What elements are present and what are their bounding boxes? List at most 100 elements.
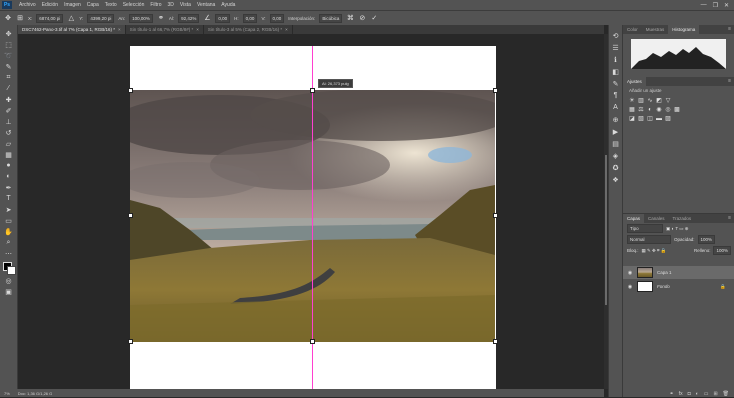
eraser-icon[interactable]: ▱ bbox=[3, 139, 15, 148]
new-layer-icon[interactable]: ⊞ bbox=[713, 391, 717, 397]
reference-point-icon[interactable]: ⊞ bbox=[16, 14, 24, 22]
bw-icon[interactable]: ◐ bbox=[647, 107, 653, 113]
actions-icon[interactable]: ▶ bbox=[611, 127, 620, 136]
visibility-icon[interactable]: ◉ bbox=[627, 270, 633, 276]
tab-close-icon[interactable]: × bbox=[196, 27, 199, 32]
quick-mask-icon[interactable]: ◎ bbox=[3, 276, 15, 285]
fill-field[interactable]: 100% bbox=[713, 246, 731, 255]
quick-select-icon[interactable]: ✎ bbox=[3, 62, 15, 71]
tab-document-2[interactable]: Sin título-1 al 66,7% (RGB/8#) * × bbox=[126, 25, 204, 34]
panel-menu-icon[interactable]: ≡ bbox=[728, 25, 734, 34]
cancel-icon[interactable]: ⊘ bbox=[358, 14, 366, 22]
marquee-icon[interactable]: ⬚ bbox=[3, 40, 15, 49]
photo-filter-icon[interactable]: ◉ bbox=[656, 107, 662, 113]
stamp-icon[interactable]: ⊥ bbox=[3, 117, 15, 126]
zoom-icon[interactable]: ⌕ bbox=[3, 238, 15, 247]
menu-seleccion[interactable]: Selección bbox=[120, 2, 148, 8]
layer-name[interactable]: Capa 1 bbox=[657, 270, 672, 275]
vibrance-icon[interactable]: ▽ bbox=[665, 98, 671, 104]
hue-sat-icon[interactable]: ▦ bbox=[629, 107, 635, 113]
color-balance-icon[interactable]: ⚖ bbox=[638, 107, 644, 113]
tab-color[interactable]: Color bbox=[623, 25, 642, 34]
angle-field[interactable]: 0,00 bbox=[215, 13, 231, 23]
group-icon[interactable]: ▭ bbox=[704, 391, 709, 397]
styles-icon[interactable]: ◈ bbox=[611, 151, 620, 160]
tab-paths[interactable]: Trazados bbox=[669, 214, 696, 223]
layer-name[interactable]: Fondo bbox=[657, 284, 670, 289]
paragraph-icon[interactable]: ¶ bbox=[611, 91, 620, 100]
close-icon[interactable]: ✕ bbox=[724, 2, 729, 9]
properties-icon[interactable]: ☰ bbox=[611, 43, 620, 52]
color-swatches[interactable] bbox=[2, 262, 16, 275]
channel-mixer-icon[interactable]: ◎ bbox=[665, 107, 671, 113]
healing-icon[interactable]: ✚ bbox=[3, 95, 15, 104]
adjust-icon[interactable]: ◧ bbox=[611, 67, 620, 76]
panel-menu-icon[interactable]: ≡ bbox=[728, 77, 734, 86]
brush-icon[interactable]: ✐ bbox=[3, 106, 15, 115]
lock-icons[interactable]: ▦ ✎ ✥ ⌗ 🔒 bbox=[642, 248, 667, 254]
menu-imagen[interactable]: Imagen bbox=[61, 2, 84, 8]
interpolation-select[interactable]: Bicúbica bbox=[319, 13, 343, 23]
menu-ayuda[interactable]: Ayuda bbox=[218, 2, 238, 8]
history-icon[interactable]: ⟲ bbox=[611, 31, 620, 40]
commit-icon[interactable]: ✓ bbox=[370, 14, 378, 22]
glyphs-icon[interactable]: ⊕ bbox=[611, 115, 620, 124]
menu-filtro[interactable]: Filtro bbox=[147, 2, 164, 8]
menu-edicion[interactable]: Edición bbox=[39, 2, 61, 8]
menu-archivo[interactable]: Archivo bbox=[16, 2, 39, 8]
menu-texto[interactable]: Texto bbox=[102, 2, 120, 8]
character-icon[interactable]: A bbox=[611, 103, 620, 112]
layer-filter-select[interactable]: Tipo bbox=[627, 224, 663, 233]
posterize-icon[interactable]: ▧ bbox=[638, 116, 644, 122]
scrollbar-thumb[interactable] bbox=[605, 155, 607, 305]
link-icon[interactable]: ⚭ bbox=[157, 14, 165, 22]
restore-icon[interactable]: ❐ bbox=[713, 2, 718, 9]
layer-row-capa-1[interactable]: ◉ Capa 1 bbox=[623, 266, 734, 279]
move-tool-icon[interactable]: ✥ bbox=[4, 14, 12, 22]
more-icon[interactable]: ⋯ bbox=[3, 249, 15, 258]
threshold-icon[interactable]: ◫ bbox=[647, 116, 653, 122]
dodge-icon[interactable]: ◐ bbox=[3, 172, 15, 181]
filter-icons[interactable]: ▣ ◐ T ▭ ⊕ bbox=[666, 226, 689, 232]
width-field[interactable]: 100,00% bbox=[129, 13, 153, 23]
transform-handle-tl[interactable] bbox=[128, 88, 133, 93]
hskew-field[interactable]: 0,00 bbox=[242, 13, 258, 23]
x-field[interactable]: 6874,00 pi bbox=[36, 13, 64, 23]
zoom-level[interactable]: 7% bbox=[4, 391, 10, 396]
tab-document-3[interactable]: Sin título-3 al 5% (Capa 2, RGB/16) * × bbox=[204, 25, 293, 34]
swatch-icon[interactable]: ▤ bbox=[611, 139, 620, 148]
selective-color-icon[interactable]: ▨ bbox=[665, 116, 671, 122]
move-icon[interactable]: ✥ bbox=[3, 29, 15, 38]
plugin-icon[interactable]: ✪ bbox=[611, 163, 620, 172]
panel-menu-icon[interactable]: ≡ bbox=[728, 214, 734, 223]
link-layers-icon[interactable]: ⚭ bbox=[670, 391, 674, 397]
blend-mode-select[interactable]: Normal bbox=[627, 235, 671, 244]
gradient-icon[interactable]: ▦ bbox=[3, 150, 15, 159]
tab-adjustments[interactable]: Ajustes bbox=[623, 77, 646, 86]
tab-channels[interactable]: Canales bbox=[644, 214, 669, 223]
menu-ventana[interactable]: Ventana bbox=[194, 2, 218, 8]
tab-close-icon[interactable]: × bbox=[118, 27, 121, 32]
layer-row-fondo[interactable]: ◉ Fondo 🔒 bbox=[623, 280, 734, 293]
crop-icon[interactable]: ⌗ bbox=[3, 73, 15, 82]
brightness-icon[interactable]: ☀ bbox=[629, 98, 635, 104]
menu-capa[interactable]: Capa bbox=[84, 2, 102, 8]
shape-icon[interactable]: ▭ bbox=[3, 216, 15, 225]
eyedropper-icon[interactable]: ⁄ bbox=[3, 84, 15, 93]
levels-icon[interactable]: ▥ bbox=[638, 98, 644, 104]
tab-histogram[interactable]: Histograma bbox=[668, 25, 700, 34]
minimize-icon[interactable]: — bbox=[701, 2, 707, 9]
menu-vista[interactable]: Vista bbox=[177, 2, 194, 8]
menu-3d[interactable]: 3D bbox=[165, 2, 177, 8]
exposure-icon[interactable]: ◩ bbox=[656, 98, 662, 104]
transform-handle-ml[interactable] bbox=[128, 213, 133, 218]
type-icon[interactable]: T bbox=[3, 194, 15, 203]
invert-icon[interactable]: ◪ bbox=[629, 116, 635, 122]
tab-document-1[interactable]: DSC7462-Pano-3.tif al 7% (Capa 1, RGB/16… bbox=[18, 25, 126, 34]
tab-layers[interactable]: Capas bbox=[623, 214, 645, 223]
curves-icon[interactable]: ∿ bbox=[647, 98, 653, 104]
gradient-map-icon[interactable]: ▬ bbox=[656, 116, 662, 122]
transform-handle-mr[interactable] bbox=[493, 213, 498, 218]
brush-settings-icon[interactable]: ✎ bbox=[611, 79, 620, 88]
tab-close-icon[interactable]: × bbox=[285, 27, 288, 32]
